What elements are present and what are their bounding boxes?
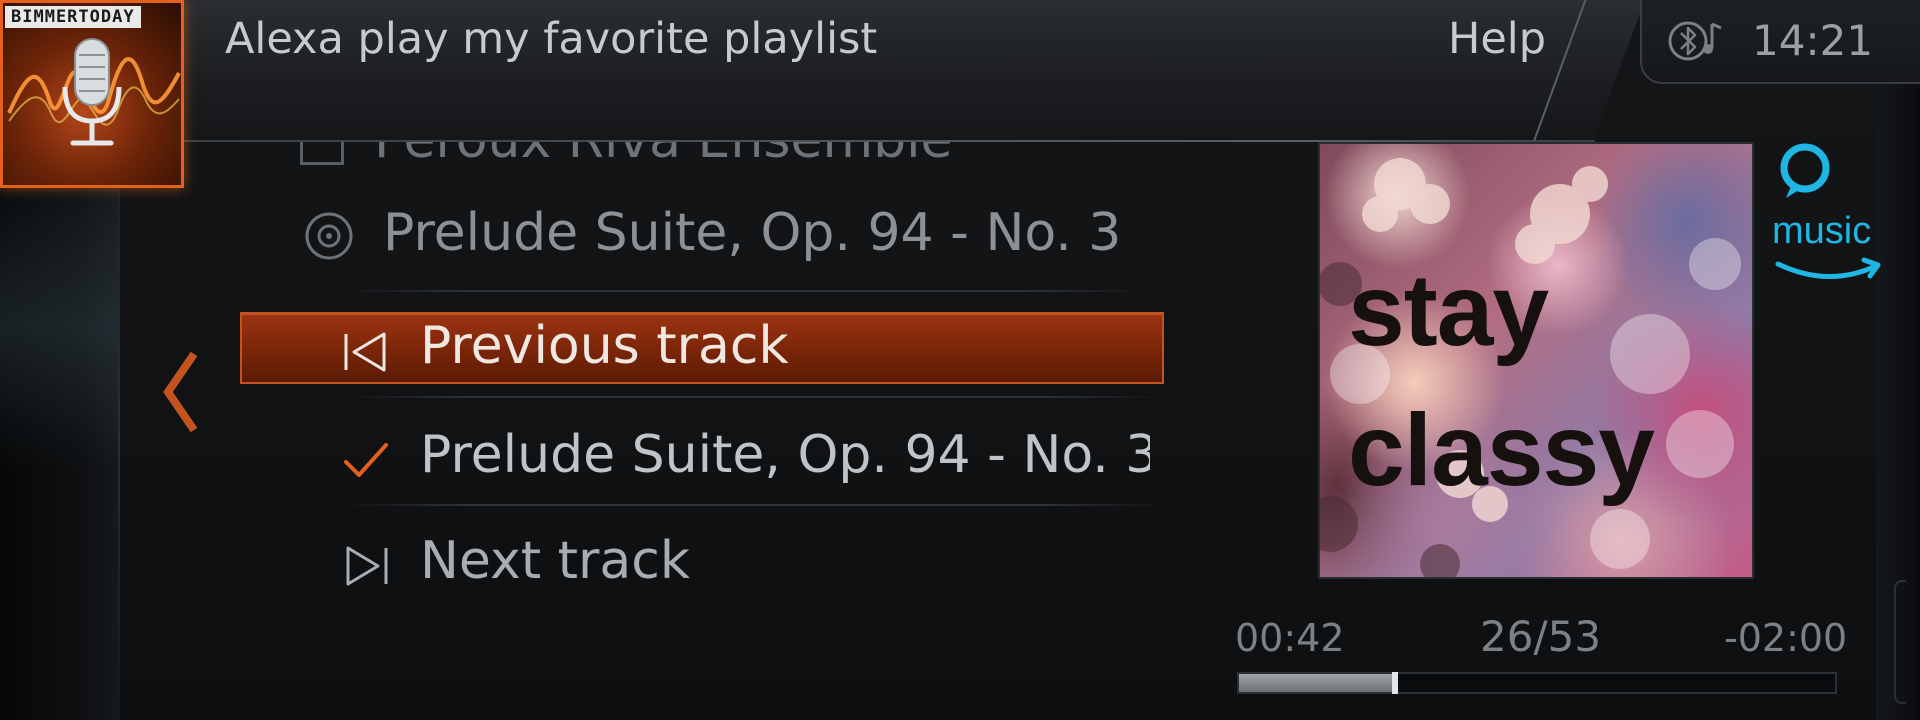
row-divider: [345, 504, 1165, 506]
next-track-icon: [346, 546, 388, 586]
cover-title-line-1: stay: [1348, 253, 1549, 367]
cover-title-line-2: classy: [1348, 393, 1655, 507]
checkmark-icon: [344, 443, 388, 477]
help-button[interactable]: Help: [1448, 14, 1546, 64]
amazon-smile-icon: [1775, 257, 1881, 279]
microphone-icon: [7, 38, 181, 146]
bluetooth-music-icon: [1668, 21, 1722, 61]
album-row[interactable]: Prelude Suite, Op. 94 - No. 3: [383, 203, 1121, 263]
watermark: BIMMERTODAY: [5, 6, 141, 28]
left-frame-glow: [0, 150, 118, 470]
progress-fill: [1239, 672, 1398, 694]
alexa-ring-icon: [1780, 143, 1830, 198]
remaining-time: -02:00: [1724, 616, 1848, 660]
previous-track-label: Previous track: [420, 316, 789, 376]
right-bracket: [1894, 580, 1906, 704]
elapsed-time: 00:42: [1235, 616, 1345, 660]
amazon-music-label: music: [1772, 210, 1872, 252]
row-divider: [345, 290, 1145, 292]
album-disc-icon: [305, 212, 353, 260]
voice-command-text: Alexa play my favorite playlist: [225, 14, 878, 64]
current-track-label[interactable]: Prelude Suite, Op. 94 - No. 3: [420, 425, 1150, 485]
header-divider: [150, 140, 1595, 142]
voice-assistant-tile[interactable]: BIMMERTODAY: [0, 0, 184, 188]
progress-bar[interactable]: [1237, 672, 1837, 694]
left-divider: [118, 150, 120, 720]
row-divider: [345, 396, 1165, 398]
album-cover: stay classy: [1318, 142, 1754, 579]
previous-track-icon: [344, 332, 386, 372]
back-chevron-icon[interactable]: [158, 350, 202, 434]
track-position: 26/53: [1480, 612, 1602, 661]
clock: 14:21: [1752, 16, 1874, 65]
next-track-label[interactable]: Next track: [420, 531, 690, 591]
